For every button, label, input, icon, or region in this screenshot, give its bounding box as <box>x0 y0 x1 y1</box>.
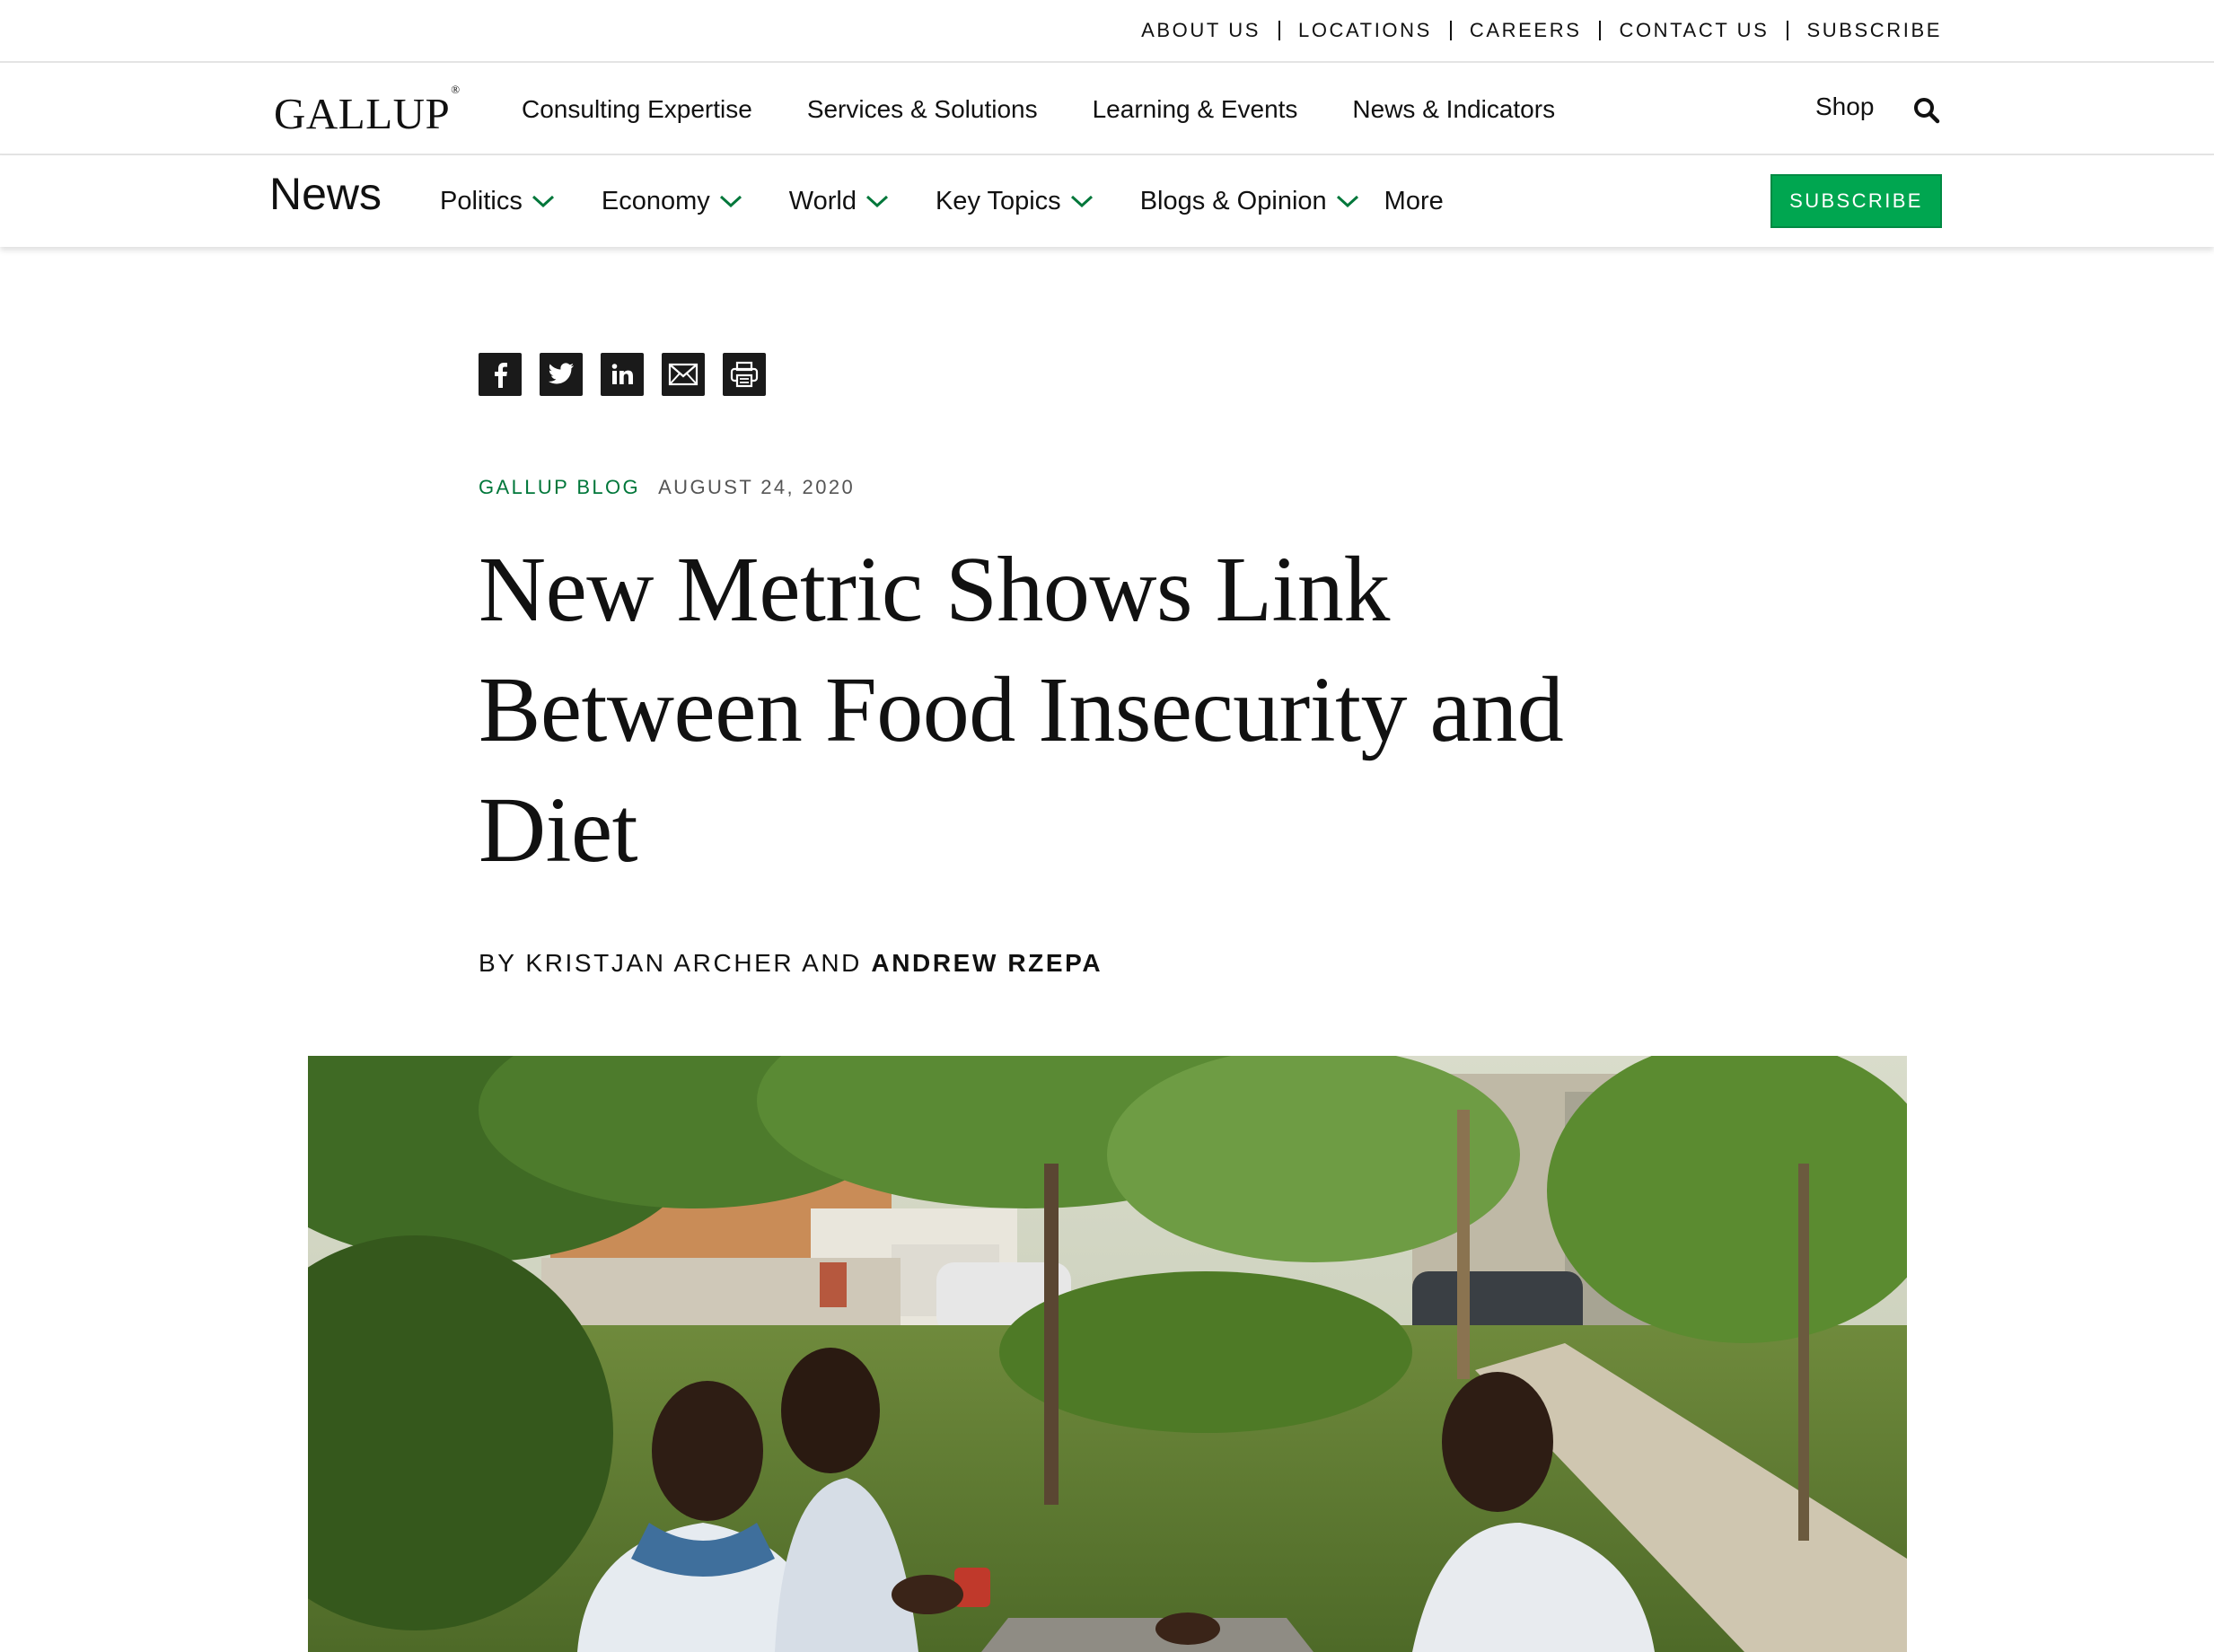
utility-link-about-us[interactable]: ABOUT US <box>1141 19 1261 42</box>
chevron-down-icon <box>865 195 888 208</box>
logo-text: GALLUP <box>274 89 451 138</box>
article-date: AUGUST 24, 2020 <box>658 476 856 498</box>
linkedin-icon[interactable] <box>601 353 644 396</box>
search-icon[interactable] <box>1912 96 1941 125</box>
article-meta: GALLUP BLOG AUGUST 24, 2020 <box>479 476 855 499</box>
section-item-key-topics[interactable]: Key Topics <box>936 187 1094 216</box>
section-nav: News Politics Economy World Key Topics B… <box>0 155 2214 247</box>
divider <box>1787 21 1789 40</box>
section-item-blogs-opinion[interactable]: Blogs & Opinion <box>1140 187 1359 216</box>
utility-link-careers[interactable]: CAREERS <box>1470 19 1582 42</box>
twitter-icon[interactable] <box>540 353 583 396</box>
nav-news-indicators[interactable]: News & Indicators <box>1352 95 1555 124</box>
section-item-label: Economy <box>601 186 710 215</box>
gallup-logo[interactable]: GALLUP® <box>274 83 461 139</box>
nav-learning-events[interactable]: Learning & Events <box>1093 95 1298 124</box>
section-item-label: World <box>788 186 857 215</box>
byline-author-link[interactable]: ANDREW RZEPA <box>871 949 1103 977</box>
utility-bar: ABOUT US LOCATIONS CAREERS CONTACT US SU… <box>0 0 2214 63</box>
main-nav-items: Consulting Expertise Services & Solution… <box>522 63 1610 155</box>
chevron-down-icon <box>532 195 554 208</box>
share-toolbar <box>479 353 784 396</box>
byline-prefix: BY KRISTJAN ARCHER AND <box>479 949 872 977</box>
section-title[interactable]: News <box>269 168 382 220</box>
nav-shop[interactable]: Shop <box>1815 92 1874 121</box>
section-item-more[interactable]: More <box>1384 187 1444 216</box>
section-item-economy[interactable]: Economy <box>602 187 742 216</box>
article-headline: New Metric Shows Link Between Food Insec… <box>479 538 1564 882</box>
chevron-down-icon <box>1070 195 1093 208</box>
hero-image <box>308 1056 1907 1652</box>
divider <box>1278 21 1280 40</box>
main-nav: GALLUP® Consulting Expertise Services & … <box>0 63 2214 155</box>
article-category[interactable]: GALLUP BLOG <box>479 476 640 499</box>
email-icon[interactable] <box>662 353 705 396</box>
registered-mark: ® <box>451 82 461 96</box>
utility-link-subscribe[interactable]: SUBSCRIBE <box>1806 19 1942 42</box>
facebook-icon[interactable] <box>479 353 522 396</box>
section-item-politics[interactable]: Politics <box>440 187 555 216</box>
divider <box>1599 21 1602 40</box>
subscribe-button[interactable]: SUBSCRIBE <box>1770 174 1942 228</box>
utility-link-locations[interactable]: LOCATIONS <box>1298 19 1432 42</box>
chevron-down-icon <box>1336 195 1358 208</box>
divider <box>1449 21 1452 40</box>
nav-services-solutions[interactable]: Services & Solutions <box>807 95 1038 124</box>
section-item-label: Politics <box>440 186 523 215</box>
section-item-label: Key Topics <box>935 186 1061 215</box>
chevron-down-icon <box>719 195 742 208</box>
article-byline: BY KRISTJAN ARCHER AND ANDREW RZEPA <box>479 949 1103 978</box>
print-icon[interactable] <box>723 353 766 396</box>
section-item-label: Blogs & Opinion <box>1139 186 1327 215</box>
utility-link-contact-us[interactable]: CONTACT US <box>1619 19 1769 42</box>
utility-links: ABOUT US LOCATIONS CAREERS CONTACT US SU… <box>1141 0 1942 61</box>
section-nav-items: Politics Economy World Key Topics Blogs … <box>440 155 1490 247</box>
section-item-label: More <box>1384 186 1444 215</box>
nav-consulting-expertise[interactable]: Consulting Expertise <box>522 95 752 124</box>
section-item-world[interactable]: World <box>789 187 889 216</box>
